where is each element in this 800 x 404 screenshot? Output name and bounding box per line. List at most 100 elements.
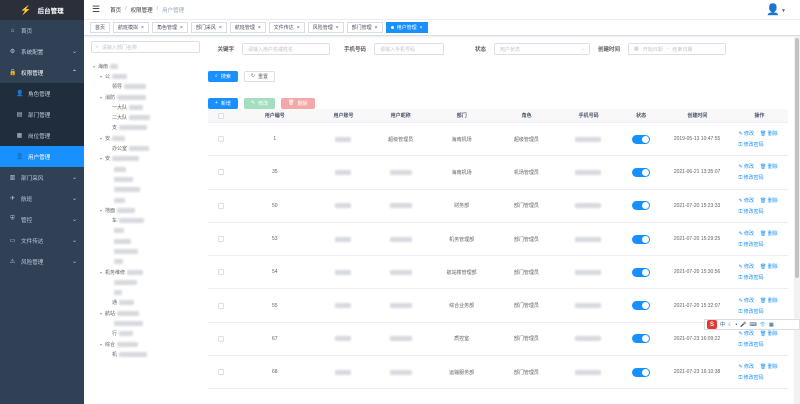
status-switch[interactable] (631, 134, 650, 144)
row-reset-password-button[interactable]: ⚿ 修改密码 (738, 241, 763, 248)
tree-node[interactable] (91, 236, 200, 246)
tree-node[interactable]: ▾ 消防 (91, 92, 200, 102)
col-phone[interactable]: 手机号码 (559, 112, 618, 119)
table-row[interactable]: 35 海南机场 机场管理员 2021-06-21 13:35:07 ✎ 修改 🗑 删除 ⚿ … (208, 156, 788, 190)
row-reset-password-button[interactable]: ⚿ 修改密码 (738, 141, 763, 148)
col-nickname[interactable]: 用户昵称 (372, 112, 429, 119)
row-checkbox[interactable] (218, 302, 225, 309)
row-reset-password-button[interactable]: ⚿ 修改密码 (738, 174, 763, 181)
tree-node[interactable]: ▾ 安 (91, 154, 200, 164)
tag-user[interactable]: 用户管理 × (385, 22, 428, 33)
tree-node[interactable]: 办公室 (91, 143, 200, 153)
avatar-icon[interactable]: 👤 (766, 4, 780, 16)
table-row[interactable]: 54 航站楼管理部 部门管理员 2021-07-20 15:30:56 ✎ 修改 🗑 删除… (208, 256, 788, 290)
tag-flight[interactable]: 航班管理 × (229, 22, 266, 33)
sidebar-item-file[interactable]: ▭ 文件传达 ⌄ (0, 230, 84, 251)
scrollbar-thumb[interactable] (795, 38, 799, 278)
dept-search-input[interactable]: ⌕ 请输入部门名称 (91, 41, 200, 53)
moon-icon[interactable]: ☾ (728, 322, 732, 328)
row-checkbox[interactable] (218, 136, 225, 143)
row-reset-password-button[interactable]: ⚿ 修改密码 (738, 208, 763, 215)
tree-node[interactable] (91, 277, 200, 287)
tree-node[interactable]: ▾ 安 (91, 133, 200, 143)
table-row[interactable]: 68 运输服务部 部门管理员 2021-07-23 16:10:38 ✎ 修改 🗑 删除 ⚿… (208, 356, 788, 390)
tree-node[interactable]: ▾ 海南 (91, 61, 200, 71)
sidebar-item-flight[interactable]: ✈ 航班 ⌄ (0, 188, 84, 209)
sidebar-item-system[interactable]: ⚙ 系统配置 ⌄ (0, 41, 84, 62)
tag-dept[interactable]: 部门管理 × (346, 22, 383, 33)
tree-node[interactable]: 领导 (91, 82, 200, 92)
tree-node[interactable] (91, 257, 200, 267)
tree-node[interactable] (91, 288, 200, 298)
row-delete-button[interactable]: 🗑 删除 (760, 130, 778, 137)
row-reset-password-button[interactable]: ⚿ 修改密码 (738, 341, 763, 348)
col-status[interactable]: 状态 (618, 112, 664, 119)
close-icon[interactable]: × (297, 25, 300, 31)
keyword-input[interactable]: 请输入用户名或姓名 (242, 43, 330, 55)
hamburger-icon[interactable]: ☰ (92, 4, 100, 15)
sidebar-logo[interactable]: ⚡ 后台管理 (0, 0, 84, 20)
row-delete-button[interactable]: 🗑 删除 (760, 297, 778, 304)
close-icon[interactable]: × (336, 25, 339, 31)
row-reset-password-button[interactable]: ⚿ 修改密码 (738, 274, 763, 281)
status-switch[interactable] (631, 267, 650, 277)
tag-role[interactable]: 角色管理 × (151, 22, 188, 33)
close-icon[interactable]: × (258, 25, 261, 31)
table-row[interactable]: 67 质控室 部门管理员 2021-07-23 16:09:22 ✎ 修改 🗑 删除 ⚿ 修… (208, 323, 788, 357)
table-row[interactable]: 1 超级管理员 海南机场 超级管理员 2019-05-13 10:47:55 ✎ 修改 🗑 … (208, 123, 788, 157)
ime-mode[interactable]: 中 (720, 321, 725, 328)
search-button[interactable]: ⌕ 搜索 (208, 70, 238, 82)
ime-toolbar[interactable]: S 中 ☾ • 🎤 ⌨ 👕 ▦ (704, 319, 800, 330)
row-edit-button[interactable]: ✎ 修改 (738, 163, 754, 170)
phone-input[interactable]: 请输入手机号码 (374, 43, 444, 55)
sidebar-item-permission[interactable]: 🔒 权限管理 ⌃ (0, 62, 84, 83)
tree-node[interactable] (91, 246, 200, 256)
tree-node[interactable]: 机 (91, 349, 200, 359)
table-row[interactable]: 53 机务管理部 部门管理员 2021-07-20 15:29:25 ✎ 修改 🗑 删除 ⚿… (208, 223, 788, 257)
sidebar-item-control[interactable]: ⛨ 管控 ⌄ (0, 209, 84, 230)
row-checkbox[interactable] (218, 202, 225, 209)
add-button[interactable]: + 新增 (208, 97, 238, 109)
close-icon[interactable]: × (219, 25, 222, 31)
row-edit-button[interactable]: ✎ 修改 (738, 130, 754, 137)
col-dept[interactable]: 部门 (429, 112, 494, 119)
row-edit-button[interactable]: ✎ 修改 (738, 330, 754, 337)
row-checkbox[interactable] (218, 335, 225, 342)
tag-home[interactable]: 首页 (90, 22, 111, 33)
tree-node[interactable] (91, 195, 200, 205)
table-row[interactable]: 50 财务部 部门管理员 2021-07-20 15:23:33 ✎ 修改 🗑 删除 ⚿ 修… (208, 190, 788, 223)
row-delete-button[interactable]: 🗑 删除 (760, 163, 778, 170)
row-edit-button[interactable]: ✎ 修改 (738, 230, 754, 237)
row-reset-password-button[interactable]: ⚿ 修改密码 (738, 374, 763, 381)
status-switch[interactable] (631, 367, 650, 377)
row-delete-button[interactable]: 🗑 删除 (760, 330, 778, 337)
tree-node[interactable] (91, 164, 200, 174)
status-switch[interactable] (631, 301, 650, 311)
tag-risk[interactable]: 风险管理 × (307, 22, 344, 33)
tag-flight-sim[interactable]: 航班模拟 × (113, 22, 149, 33)
row-reset-password-button[interactable]: ⚿ 修改密码 (738, 308, 763, 315)
row-delete-button[interactable]: 🗑 删除 (760, 197, 778, 204)
status-switch[interactable] (631, 167, 650, 177)
status-switch[interactable] (631, 201, 650, 211)
status-switch[interactable] (631, 234, 650, 244)
tag-dept-collect[interactable]: 部门采风 × (190, 22, 227, 33)
tree-node[interactable]: ▾ 公 (91, 71, 200, 81)
tree-node[interactable]: 二大队 (91, 112, 200, 122)
sidebar-item-risk[interactable]: ⚠ 风险管理 ⌄ (0, 251, 84, 272)
col-created[interactable]: 创建时间 (664, 112, 731, 119)
close-icon[interactable]: × (141, 25, 144, 31)
tree-node[interactable]: ▾ 机务维修 (91, 267, 200, 277)
keyboard-icon[interactable]: ⌨ (750, 322, 757, 328)
tree-node[interactable]: 一大队 (91, 102, 200, 112)
sidebar-item-dept-collect[interactable]: ▥ 部门采风 ⌄ (0, 167, 84, 188)
tree-node[interactable] (91, 318, 200, 328)
date-range-picker[interactable]: ▦ 开始日期 - 结束日期 (628, 43, 726, 55)
sidebar-item-user[interactable]: 👤 用户管理 (0, 146, 84, 167)
sidebar-item-post[interactable]: ▦ 岗位管理 (0, 125, 84, 146)
tree-node[interactable]: 通 (91, 298, 200, 308)
row-edit-button[interactable]: ✎ 修改 (738, 297, 754, 304)
col-account[interactable]: 用户账号 (315, 112, 372, 119)
tree-node[interactable]: 支 (91, 123, 200, 133)
row-checkbox[interactable] (218, 236, 225, 243)
